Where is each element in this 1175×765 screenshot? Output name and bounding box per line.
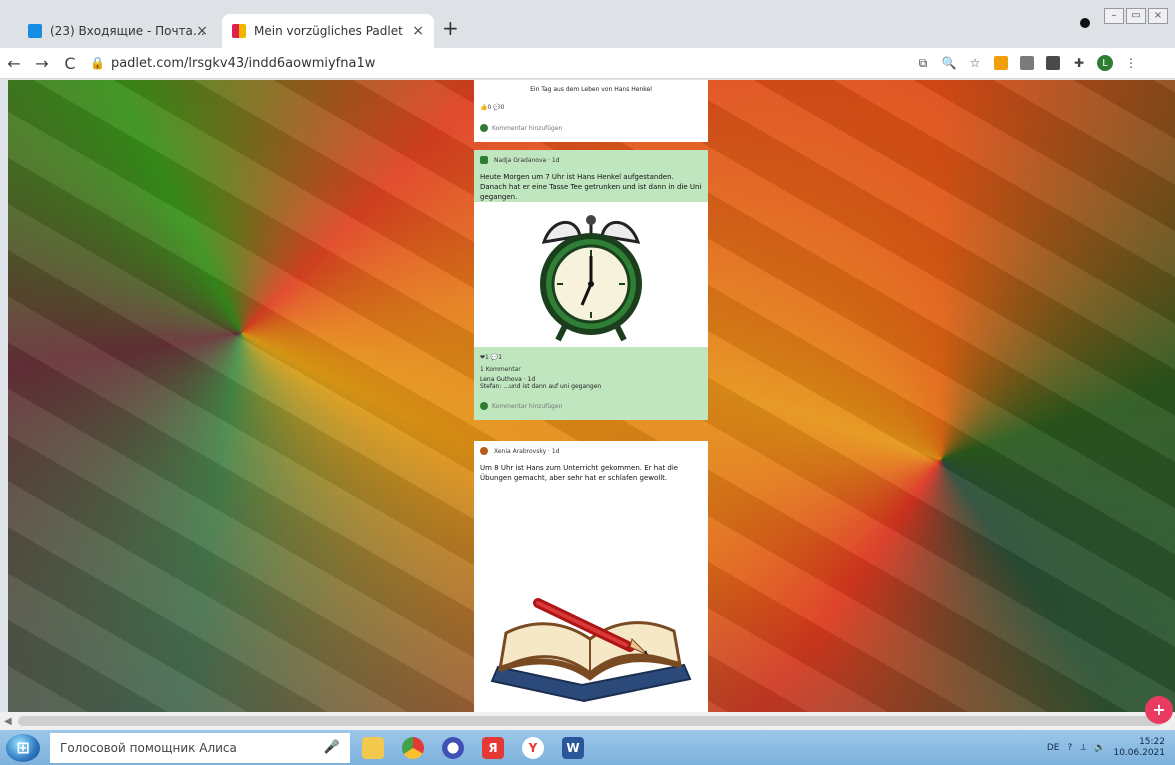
- tab-title: (23) Входящие - Почта Mail.ru: [50, 24, 208, 38]
- browser-ring-icon[interactable]: [436, 733, 470, 763]
- avatar: [480, 156, 488, 164]
- url-text[interactable]: padlet.com/lrsgkv43/indd6aowmiyfna1w: [111, 56, 375, 71]
- padlet-column: Ein Tag aus dem Leben von Hans Henkel 👍0…: [474, 80, 708, 712]
- microphone-icon[interactable]: 🎤: [324, 740, 340, 755]
- time: 15:22: [1139, 736, 1165, 747]
- language-indicator[interactable]: DE: [1047, 743, 1060, 753]
- scrollbar-thumb[interactable]: [18, 716, 1163, 726]
- author-name: Nadja Gradanova · 1d: [494, 156, 560, 164]
- comment-text: Stefan: ...und ist dann auf uni gegangen: [480, 383, 602, 390]
- post-text: Um 8 Uhr ist Hans zum Unterricht gekomme…: [480, 464, 679, 482]
- post-reactions[interactable]: ❤1 💬1: [480, 354, 502, 361]
- close-icon[interactable]: ×: [196, 23, 208, 39]
- post-title: Ein Tag aus dem Leben von Hans Henkel: [530, 86, 652, 93]
- alarm-clock-image: [474, 202, 708, 347]
- volume-icon[interactable]: 🔊: [1094, 743, 1105, 753]
- close-window-button[interactable]: ×: [1148, 8, 1168, 24]
- comment: Lena Guthova · 1d Stefan: ...und ist dan…: [480, 376, 601, 390]
- book-image: [474, 561, 708, 711]
- comment-count[interactable]: 1 Kommentar: [480, 366, 521, 373]
- comment-author: Lena Guthova · 1d: [480, 376, 536, 383]
- translate-icon[interactable]: ⧉: [913, 53, 933, 73]
- post-card[interactable]: Xenia Arabrovsky · 1d Um 8 Uhr ist Hans …: [474, 441, 708, 712]
- new-tab-button[interactable]: +: [442, 16, 459, 40]
- star-icon[interactable]: ☆: [965, 53, 985, 73]
- post-card[interactable]: Ein Tag aus dem Leben von Hans Henkel 👍0…: [474, 80, 708, 142]
- minimize-button[interactable]: –: [1104, 8, 1124, 24]
- address-bar[interactable]: 🔒 padlet.com/lrsgkv43/indd6aowmiyfna1w: [90, 51, 910, 75]
- browser-tab-bar: (23) Входящие - Почта Mail.ru × Mein vor…: [0, 0, 1175, 48]
- back-button[interactable]: ←: [0, 54, 28, 73]
- profile-icon[interactable]: L: [1095, 53, 1115, 73]
- date: 10.06.2021: [1113, 747, 1165, 758]
- word-icon[interactable]: W: [556, 733, 590, 763]
- add-comment[interactable]: Kommentar hinzufügen: [480, 402, 562, 410]
- tab-title: Mein vorzügliches Padlet: [254, 24, 403, 38]
- tray-clock[interactable]: 15:22 10.06.2021: [1113, 737, 1165, 759]
- comment-placeholder: Kommentar hinzufügen: [492, 402, 563, 410]
- avatar: [480, 402, 488, 410]
- forward-button[interactable]: →: [28, 54, 56, 73]
- chrome-icon[interactable]: [396, 733, 430, 763]
- post-author: Xenia Arabrovsky · 1d: [480, 447, 559, 455]
- puzzle-icon[interactable]: ✚: [1069, 53, 1089, 73]
- profile-dot-icon[interactable]: [1080, 18, 1090, 28]
- comment-placeholder: Kommentar hinzufügen: [492, 124, 563, 132]
- avatar: [480, 447, 488, 455]
- system-tray: DE ? ⟂ 🔊 15:22 10.06.2021: [1047, 730, 1165, 765]
- maximize-button[interactable]: ▭: [1126, 8, 1146, 24]
- alarm-clock-icon: [540, 215, 642, 342]
- horizontal-scrollbar[interactable]: ◀: [0, 712, 1175, 730]
- close-icon[interactable]: ×: [412, 23, 424, 39]
- scroll-left-arrow-icon[interactable]: ◀: [4, 716, 12, 727]
- extension-dark-icon[interactable]: [1043, 53, 1063, 73]
- add-comment[interactable]: Kommentar hinzufügen: [480, 124, 562, 132]
- search-label: Голосовой помощник Алиса: [60, 740, 237, 755]
- browser-toolbar: ← → C 🔒 padlet.com/lrsgkv43/indd6aowmiyf…: [0, 48, 1175, 79]
- yandex-browser-icon[interactable]: Я: [476, 733, 510, 763]
- padlet-favicon-icon: [232, 24, 246, 38]
- avatar: [480, 124, 488, 132]
- voice-assistant-search[interactable]: Голосовой помощник Алиса 🎤: [50, 732, 350, 763]
- help-icon[interactable]: ?: [1067, 743, 1072, 753]
- network-icon[interactable]: ⟂: [1080, 743, 1086, 753]
- profile-avatar: L: [1097, 55, 1113, 71]
- extension-orange-icon[interactable]: [991, 53, 1011, 73]
- add-post-button[interactable]: +: [1145, 696, 1173, 724]
- tab-mail[interactable]: (23) Входящие - Почта Mail.ru ×: [18, 14, 218, 48]
- tab-padlet[interactable]: Mein vorzügliches Padlet ×: [222, 14, 434, 48]
- lock-icon: 🔒: [90, 56, 105, 70]
- reload-button[interactable]: C: [56, 54, 84, 73]
- post-text: Heute Morgen um 7 Uhr ist Hans Henkel au…: [480, 173, 702, 201]
- more-menu-icon[interactable]: ⋮: [1121, 53, 1141, 73]
- mail-favicon-icon: [28, 24, 42, 38]
- yandex-y-icon[interactable]: Y: [516, 733, 550, 763]
- windows-taskbar: ⊞ Голосовой помощник Алиса 🎤 Я Y W DE ? …: [0, 730, 1175, 765]
- post-author: Nadja Gradanova · 1d: [480, 156, 560, 164]
- extension-gray-icon[interactable]: [1017, 53, 1037, 73]
- file-explorer-icon[interactable]: [356, 733, 390, 763]
- author-name: Xenia Arabrovsky · 1d: [494, 447, 560, 455]
- start-button[interactable]: ⊞: [6, 733, 40, 762]
- post-card[interactable]: Nadja Gradanova · 1d Heute Morgen um 7 U…: [474, 150, 708, 420]
- zoom-icon[interactable]: 🔍: [939, 53, 959, 73]
- post-reactions[interactable]: 👍0 💬0: [480, 104, 504, 111]
- book-icon: [490, 598, 692, 703]
